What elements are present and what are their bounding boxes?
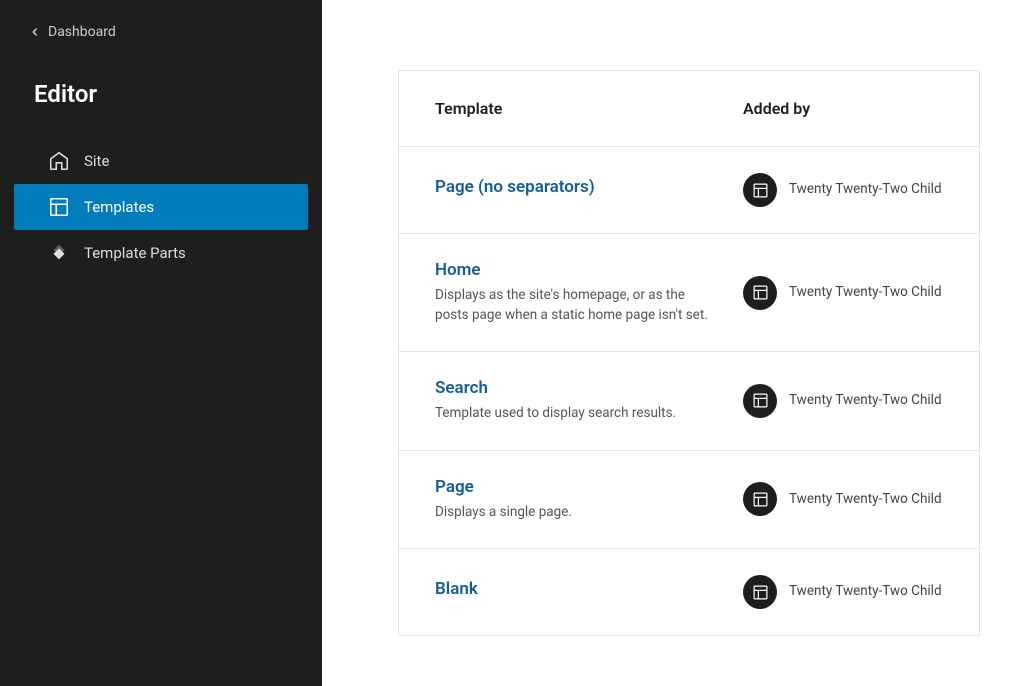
sidebar-item-template-parts[interactable]: Template Parts (14, 230, 308, 276)
sidebar-item-label: Template Parts (84, 244, 186, 262)
sidebar-item-templates[interactable]: Templates (14, 184, 308, 230)
diamond-icon (48, 242, 70, 264)
template-link[interactable]: Blank (435, 579, 478, 599)
theme-name: Twenty Twenty-Two Child (789, 181, 942, 199)
main: Template Added by Page (no separators) T… (322, 0, 1024, 686)
column-header-added-by: Added by (743, 99, 943, 118)
template-link[interactable]: Page (no separators) (435, 177, 595, 197)
added-by-cell: Twenty Twenty-Two Child (743, 482, 943, 516)
template-description: Displays as the site's homepage, or as t… (435, 286, 715, 325)
table-row: Search Template used to display search r… (399, 352, 979, 451)
added-by-cell: Twenty Twenty-Two Child (743, 173, 943, 207)
table-header: Template Added by (399, 71, 979, 147)
added-by-cell: Twenty Twenty-Two Child (743, 384, 943, 418)
theme-icon (743, 276, 777, 310)
template-link[interactable]: Home (435, 260, 481, 280)
chevron-left-icon (28, 25, 42, 39)
theme-name: Twenty Twenty-Two Child (789, 491, 942, 509)
table-row: Home Displays as the site's homepage, or… (399, 234, 979, 352)
home-icon (48, 150, 70, 172)
sidebar-item-label: Templates (84, 198, 154, 216)
added-by-cell: Twenty Twenty-Two Child (743, 575, 943, 609)
templates-table: Template Added by Page (no separators) T… (398, 70, 980, 636)
table-row: Blank Twenty Twenty-Two Child (399, 549, 979, 635)
back-label: Dashboard (48, 24, 116, 40)
added-by-cell: Twenty Twenty-Two Child (743, 276, 943, 310)
sidebar: Dashboard Editor Site Templates Template… (0, 0, 322, 686)
layout-icon (48, 196, 70, 218)
table-row: Page (no separators) Twenty Twenty-Two C… (399, 147, 979, 234)
template-description: Displays a single page. (435, 503, 715, 523)
template-description: Template used to display search results. (435, 404, 715, 424)
sidebar-item-label: Site (84, 152, 109, 170)
theme-name: Twenty Twenty-Two Child (789, 284, 942, 302)
sidebar-item-site[interactable]: Site (14, 138, 308, 184)
template-link[interactable]: Search (435, 378, 488, 398)
page-title: Editor (0, 80, 322, 108)
theme-name: Twenty Twenty-Two Child (789, 583, 942, 601)
table-row: Page Displays a single page. Twenty Twen… (399, 451, 979, 550)
template-link[interactable]: Page (435, 477, 474, 497)
back-to-dashboard[interactable]: Dashboard (0, 24, 322, 40)
column-header-template: Template (435, 99, 743, 118)
theme-icon (743, 482, 777, 516)
theme-icon (743, 173, 777, 207)
theme-icon (743, 384, 777, 418)
theme-name: Twenty Twenty-Two Child (789, 392, 942, 410)
theme-icon (743, 575, 777, 609)
